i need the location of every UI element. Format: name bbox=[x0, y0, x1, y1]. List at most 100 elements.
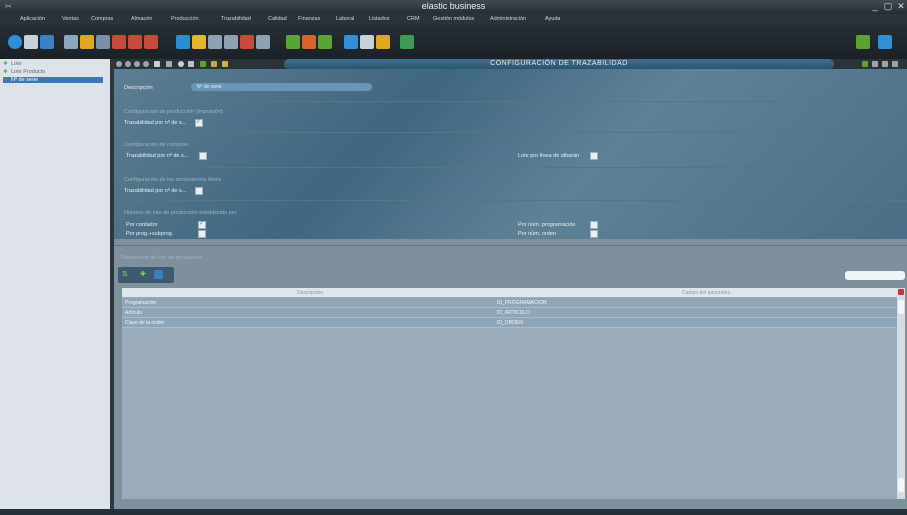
window-title: elastic business bbox=[421, 1, 486, 11]
tag-icon[interactable] bbox=[222, 61, 228, 67]
folder-icon[interactable] bbox=[40, 35, 54, 49]
parametros-grid: Descripción Campo del parámetro Programa… bbox=[122, 288, 905, 499]
menu-administracion[interactable]: Administración bbox=[490, 16, 526, 22]
por-prog-subprog-label: Por prog.+subprog. bbox=[126, 231, 174, 237]
nav-next-icon[interactable] bbox=[134, 61, 140, 67]
form-title: CONFIGURACIÓN DE TRAZABILIDAD bbox=[284, 59, 834, 69]
invoice-icon[interactable] bbox=[112, 35, 126, 49]
produccion-trazabilidad-checkbox[interactable] bbox=[195, 118, 203, 127]
delete-record-icon[interactable] bbox=[892, 61, 898, 67]
cell-campo: ID_PROGRAMACION bbox=[497, 300, 547, 306]
descripcion-input[interactable]: Nº de serie bbox=[191, 83, 372, 91]
doc-icon[interactable] bbox=[208, 35, 222, 49]
menu-compras[interactable]: Compras bbox=[91, 16, 113, 22]
save-record-icon[interactable] bbox=[882, 61, 888, 67]
document-icon[interactable] bbox=[96, 35, 110, 49]
sheet-icon[interactable] bbox=[240, 35, 254, 49]
box-icon[interactable] bbox=[376, 35, 390, 49]
cell-descripcion: Artículo bbox=[125, 310, 142, 316]
cell-campo: ID_ORDEN bbox=[497, 320, 523, 326]
download-icon[interactable] bbox=[856, 35, 870, 49]
minimize-icon[interactable]: _ bbox=[870, 1, 880, 11]
menu-crm[interactable]: CRM bbox=[407, 16, 420, 22]
grid-filter-input[interactable] bbox=[845, 271, 905, 280]
menu-almacen[interactable]: Almacén bbox=[131, 16, 152, 22]
menu-calidad[interactable]: Calidad bbox=[268, 16, 287, 22]
menu-finanzas[interactable]: Finanzas bbox=[298, 16, 320, 22]
por-contador-checkbox[interactable] bbox=[198, 220, 206, 229]
person-icon[interactable] bbox=[176, 35, 190, 49]
search-icon[interactable] bbox=[166, 61, 172, 67]
cell-campo: ID_ARTICULO bbox=[497, 310, 530, 316]
tree-node-icon: ❖ bbox=[3, 61, 8, 67]
nav-first-icon[interactable] bbox=[116, 61, 122, 67]
export-icon[interactable] bbox=[200, 61, 206, 67]
compras-trazabilidad-checkbox[interactable] bbox=[199, 152, 207, 160]
report-icon[interactable] bbox=[128, 35, 142, 49]
calendar-icon[interactable] bbox=[144, 35, 158, 49]
user-icon[interactable] bbox=[64, 35, 78, 49]
tree-item-lote[interactable]: ❖ Lote bbox=[3, 61, 22, 67]
cell-descripcion: Clave de la orden bbox=[125, 320, 165, 326]
maximize-icon[interactable]: ▢ bbox=[883, 1, 893, 11]
transfer-icon[interactable] bbox=[318, 35, 332, 49]
por-prog-subprog-checkbox[interactable] bbox=[198, 230, 206, 238]
attach-icon[interactable] bbox=[211, 61, 217, 67]
gear-icon[interactable] bbox=[344, 35, 358, 49]
window-titlebar: ✂ elastic business _ ▢ ✕ bbox=[0, 0, 907, 14]
lote-albaran-label: Lote por línea de albarán bbox=[518, 153, 580, 159]
grid-scrollbar[interactable] bbox=[897, 288, 905, 499]
menu-listados[interactable]: Listados bbox=[369, 16, 390, 22]
menu-gestion-modulos[interactable]: Gestión módulos bbox=[433, 16, 474, 22]
nav-prev-icon[interactable] bbox=[125, 61, 131, 67]
database-icon[interactable] bbox=[154, 270, 163, 279]
col-campo-header[interactable]: Campo del parámetro bbox=[682, 290, 730, 296]
tree-item-n-serie[interactable]: ❖ Nº de serie bbox=[3, 77, 103, 83]
menu-ventas[interactable]: Ventas bbox=[62, 16, 79, 22]
movimientos-trazabilidad-label: Trazabilidad por nº de s... bbox=[124, 188, 187, 194]
table-row[interactable]: Clave de la orden ID_ORDEN bbox=[122, 318, 897, 328]
refresh-icon[interactable] bbox=[302, 35, 316, 49]
help-icon[interactable] bbox=[178, 61, 184, 67]
close-icon[interactable]: ✕ bbox=[896, 1, 906, 11]
movimientos-trazabilidad-checkbox[interactable] bbox=[195, 187, 203, 195]
divider bbox=[114, 132, 907, 133]
menu-ayuda[interactable]: Ayuda bbox=[545, 16, 561, 22]
list-icon[interactable] bbox=[360, 35, 374, 49]
por-num-orden-checkbox[interactable] bbox=[590, 230, 598, 238]
tree-node-icon: ❖ bbox=[3, 69, 8, 75]
note-icon[interactable] bbox=[256, 35, 270, 49]
scroll-thumb-bottom[interactable] bbox=[898, 478, 904, 492]
edit-icon[interactable] bbox=[154, 61, 160, 67]
por-num-programacion-checkbox[interactable] bbox=[590, 221, 598, 229]
menu-produccion[interactable]: Producción bbox=[171, 16, 199, 22]
scroll-up-icon[interactable] bbox=[898, 289, 904, 295]
section-numero-lote-title: Número de lote de producción establecido… bbox=[124, 210, 237, 216]
scroll-thumb[interactable] bbox=[898, 300, 904, 314]
tree-item-lote-producto[interactable]: ❖ Lote Producto bbox=[3, 69, 45, 75]
table-row[interactable]: Programación ID_PROGRAMACION bbox=[122, 298, 897, 308]
new-record-icon[interactable] bbox=[862, 61, 868, 67]
table-row[interactable]: Artículo ID_ARTICULO bbox=[122, 308, 897, 318]
group-icon[interactable] bbox=[192, 35, 206, 49]
menu-aplicacion[interactable]: Aplicación bbox=[20, 16, 45, 22]
users-icon[interactable] bbox=[80, 35, 94, 49]
print-icon[interactable] bbox=[188, 61, 194, 67]
grid-toolbar: ⇅ ✚ bbox=[118, 267, 174, 283]
module-icon[interactable] bbox=[400, 35, 414, 49]
sort-icon[interactable]: ⇅ bbox=[122, 270, 128, 278]
divider bbox=[114, 101, 907, 102]
lote-albaran-checkbox[interactable] bbox=[590, 152, 598, 160]
chart-icon[interactable] bbox=[286, 35, 300, 49]
menu-trazabilidad[interactable]: Trazabilidad bbox=[221, 16, 251, 22]
doc2-icon[interactable] bbox=[224, 35, 238, 49]
menu-laboral[interactable]: Laboral bbox=[336, 16, 354, 22]
settings-panel-icon[interactable] bbox=[878, 35, 892, 49]
window-icon[interactable] bbox=[24, 35, 38, 49]
copy-record-icon[interactable] bbox=[872, 61, 878, 67]
col-descripcion-header[interactable]: Descripción bbox=[297, 290, 323, 296]
nav-last-icon[interactable] bbox=[143, 61, 149, 67]
home-icon[interactable] bbox=[8, 35, 22, 49]
add-row-icon[interactable]: ✚ bbox=[140, 270, 146, 278]
tree-node-icon: ❖ bbox=[3, 77, 8, 83]
